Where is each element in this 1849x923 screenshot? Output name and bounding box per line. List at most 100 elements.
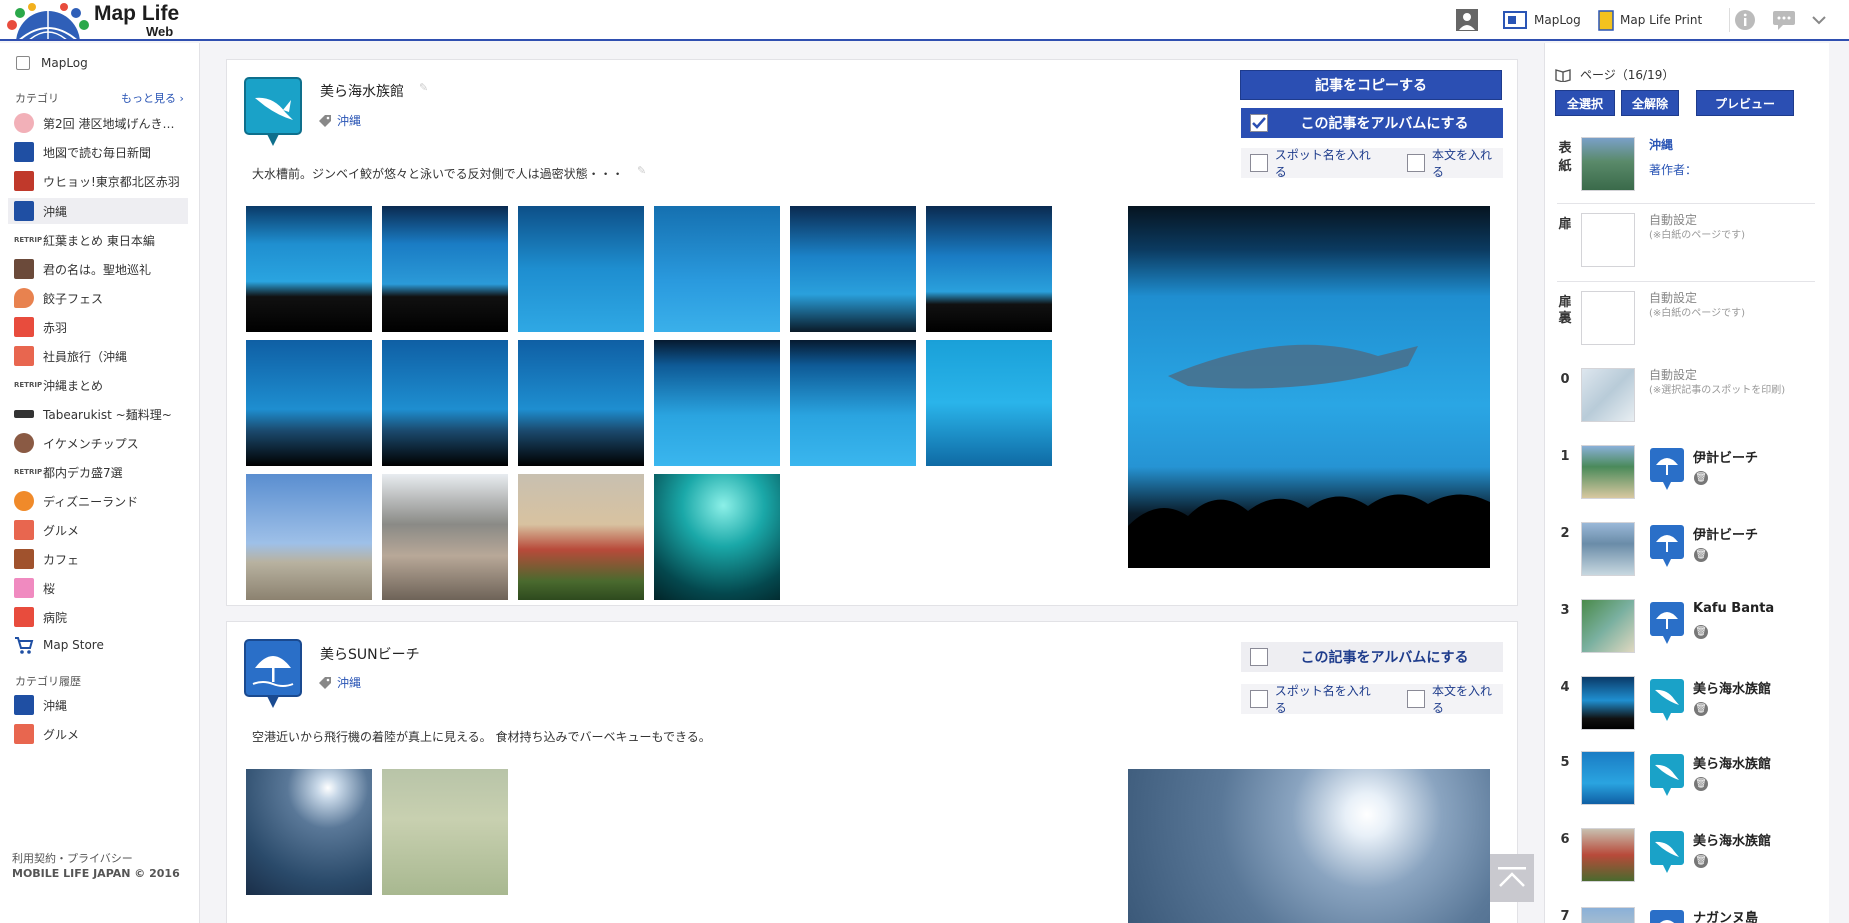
copy-article-button[interactable]: 記事をコピーする <box>1240 70 1502 100</box>
album-checkbox[interactable] <box>1250 114 1268 132</box>
photo-thumbnail[interactable] <box>518 340 644 466</box>
article-tag[interactable]: 沖縄 <box>318 112 361 129</box>
trash-icon[interactable]: 🗑 <box>1694 854 1708 868</box>
page-thumbnail[interactable] <box>1581 828 1635 882</box>
sidebar-item-category[interactable]: 君の名は。聖地巡礼 <box>8 256 188 282</box>
make-album-toggle[interactable]: この記事をアルバムにする <box>1241 108 1503 138</box>
checkbox-box[interactable] <box>1250 690 1268 708</box>
sidebar-item-category[interactable]: 赤羽 <box>8 314 188 340</box>
album-page-row[interactable]: 7 ナガンヌ島 <box>1545 905 1815 923</box>
checkbox-box[interactable] <box>1250 154 1268 172</box>
more-categories-link[interactable]: もっと見る › <box>121 90 184 106</box>
flyleaf-page-row[interactable]: 扉 自動設定 (※白紙のページです) <box>1545 213 1815 277</box>
photo-thumbnail[interactable] <box>654 206 780 332</box>
article-title[interactable]: 美らSUNビーチ <box>320 644 420 664</box>
map-page-row[interactable]: 0 自動設定 (※選択記事のスポットを印刷) <box>1545 368 1815 432</box>
photo-thumbnail[interactable] <box>790 206 916 332</box>
photo-thumbnail[interactable] <box>518 206 644 332</box>
make-album-toggle[interactable]: この記事をアルバムにする <box>1241 642 1503 672</box>
spot-name-checkbox[interactable]: スポット名を入れる <box>1250 146 1381 180</box>
info-button[interactable] <box>1734 9 1756 31</box>
trash-icon[interactable]: 🗑 <box>1694 777 1708 791</box>
sidebar-item-category[interactable]: RETRIP 紅葉まとめ 東日本編 <box>8 227 188 253</box>
deselect-all-button[interactable]: 全解除 <box>1621 90 1679 116</box>
album-page-row[interactable]: 6 美ら海水族館 🗑 <box>1545 828 1815 892</box>
checkbox-box[interactable] <box>1407 690 1426 708</box>
sidebar-item-category[interactable]: イケメンチップス <box>8 430 188 456</box>
cover-author[interactable]: 著作者： <box>1649 161 1697 178</box>
globe-logo-icon[interactable] <box>6 3 90 39</box>
album-page-row[interactable]: 3 Kafu Banta 🗑 <box>1545 599 1815 663</box>
page-thumbnail[interactable] <box>1581 445 1635 499</box>
sidebar-item-map-store[interactable]: Map Store <box>8 632 188 658</box>
sidebar-item-category[interactable]: RETRIP 沖縄まとめ <box>8 372 188 398</box>
sidebar-item-category[interactable]: Tabearukist ~麺料理~ <box>8 401 188 427</box>
main-photo[interactable] <box>1128 206 1490 568</box>
photo-thumbnail[interactable] <box>246 769 372 895</box>
cover-title[interactable]: 沖縄 <box>1649 136 1673 153</box>
sidebar-item-category[interactable]: 病院 <box>8 604 188 630</box>
page-thumbnail[interactable] <box>1581 751 1635 805</box>
photo-thumbnail[interactable] <box>246 340 372 466</box>
trash-icon[interactable]: 🗑 <box>1694 702 1708 716</box>
flyleaf-back-page-row[interactable]: 扉 裏 自動設定 (※白紙のページです) <box>1545 291 1815 355</box>
photo-thumbnail[interactable] <box>518 474 644 600</box>
photo-thumbnail[interactable] <box>246 474 372 600</box>
preview-button[interactable]: プレビュー <box>1696 90 1794 116</box>
album-page-row[interactable]: 1 伊計ビーチ 🗑 <box>1545 445 1815 509</box>
body-text-checkbox[interactable]: 本文を入れる <box>1407 682 1503 716</box>
page-thumbnail[interactable] <box>1581 676 1635 730</box>
sidebar-item-category[interactable]: カフェ <box>8 546 188 572</box>
sidebar-item-category[interactable]: 社員旅行（沖縄 <box>8 343 188 369</box>
spot-name-checkbox[interactable]: スポット名を入れる <box>1250 682 1381 716</box>
page-thumbnail[interactable] <box>1581 522 1635 576</box>
photo-thumbnail[interactable] <box>926 206 1052 332</box>
album-page-row[interactable]: 5 美ら海水族館 🗑 <box>1545 751 1815 815</box>
photo-thumbnail[interactable] <box>654 474 780 600</box>
body-text-checkbox[interactable]: 本文を入れる <box>1407 146 1503 180</box>
message-button[interactable] <box>1772 9 1796 31</box>
terms-privacy-link[interactable]: 利用契約・プライバシー <box>12 851 133 866</box>
map-life-print-link[interactable]: Map Life Print <box>1598 9 1702 31</box>
sidebar-item-category[interactable]: 第2回 港区地域げんき… <box>8 110 188 136</box>
sidebar-item-category[interactable]: グルメ <box>8 517 188 543</box>
page-thumbnail[interactable] <box>1581 599 1635 653</box>
sidebar-item-category[interactable]: ディズニーランド <box>8 488 188 514</box>
select-all-button[interactable]: 全選択 <box>1555 90 1615 116</box>
article-tag[interactable]: 沖縄 <box>318 674 361 691</box>
photo-thumbnail[interactable] <box>382 206 508 332</box>
album-checkbox[interactable] <box>1250 648 1268 666</box>
photo-thumbnail[interactable] <box>654 340 780 466</box>
album-page-row[interactable]: 4 美ら海水族館 🗑 <box>1545 676 1815 740</box>
photo-thumbnail[interactable] <box>382 474 508 600</box>
album-page-row[interactable]: 2 伊計ビーチ 🗑 <box>1545 522 1815 586</box>
sidebar-history-item[interactable]: 沖縄 <box>8 692 188 718</box>
edit-pencil-icon[interactable]: ✎ <box>419 81 428 94</box>
maplog-nav-link[interactable]: MapLog <box>1503 9 1581 31</box>
header-menu-button[interactable] <box>1812 9 1826 31</box>
sidebar-item-category[interactable]: 桜 <box>8 575 188 601</box>
photo-thumbnail[interactable] <box>246 206 372 332</box>
trash-icon[interactable]: 🗑 <box>1694 625 1708 639</box>
page-thumbnail[interactable] <box>1581 907 1635 923</box>
trash-icon[interactable]: 🗑 <box>1694 548 1708 562</box>
main-photo[interactable] <box>1128 769 1490 923</box>
sidebar-item-maplog[interactable]: MapLog <box>8 50 188 76</box>
sidebar-item-category-active[interactable]: 沖縄 <box>8 198 188 224</box>
edit-pencil-icon[interactable]: ✎ <box>637 164 646 177</box>
scroll-to-top-button[interactable] <box>1490 854 1534 902</box>
checkbox-box[interactable] <box>1407 154 1426 172</box>
sidebar-item-category[interactable]: 地図で読む毎日新聞 <box>8 139 188 165</box>
sidebar-item-category[interactable]: ウヒョッ!東京都北区赤羽 <box>8 168 188 194</box>
user-avatar-button[interactable] <box>1456 9 1478 31</box>
cover-thumbnail[interactable] <box>1581 137 1635 191</box>
sidebar-item-category[interactable]: 餃子フェス <box>8 285 188 311</box>
trash-icon[interactable]: 🗑 <box>1694 471 1708 485</box>
photo-thumbnail[interactable] <box>382 769 508 895</box>
photo-thumbnail[interactable] <box>926 340 1052 466</box>
photo-thumbnail[interactable] <box>382 340 508 466</box>
photo-thumbnail[interactable] <box>790 340 916 466</box>
article-title[interactable]: 美ら海水族館 <box>320 81 404 101</box>
sidebar-history-item[interactable]: グルメ <box>8 721 188 747</box>
sidebar-item-category[interactable]: RETRIP 都内デカ盛7選 <box>8 459 188 485</box>
